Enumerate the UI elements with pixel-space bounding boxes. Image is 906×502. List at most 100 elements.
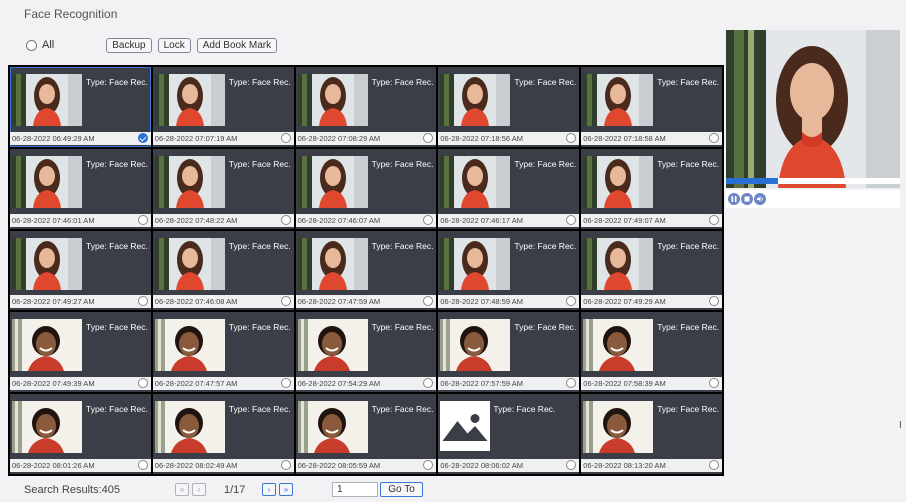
record-type-label: Type: Face Rec.	[86, 404, 148, 415]
select-circle-checkbox[interactable]	[137, 214, 148, 225]
face-thumbnail	[154, 401, 225, 454]
radio-circle-icon[interactable]	[26, 39, 37, 51]
select-circle-checkbox[interactable]	[280, 460, 291, 470]
record-type-label: Type: Face Rec.	[371, 77, 434, 87]
record-cell[interactable]: Type: Face Rec. 06-28-2022 06:49:29 AM	[10, 67, 151, 147]
record-type-label: Type: Face Rec.	[657, 404, 720, 415]
select-circle-checkbox[interactable]	[709, 132, 719, 143]
select-circle-checkbox[interactable]	[566, 132, 577, 143]
record-cell[interactable]: Type: Face Rec. 06-28-2022 07:18:58 AM	[581, 67, 722, 147]
face-thumbnail	[440, 74, 511, 126]
record-cell[interactable]: Type: Face Rec. 06-28-2022 07:46:07 AM	[295, 148, 437, 229]
record-cell[interactable]: Type: Face Rec. 06-28-2022 07:57:59 AM	[438, 312, 580, 393]
record-cell[interactable]: Type: Face Rec. 06-28-2022 07:58:39 AM	[581, 312, 722, 393]
record-cell[interactable]: Type: Face Rec. 06-28-2022 07:46:08 AM	[152, 230, 294, 311]
record-caption: 06-28-2022 07:49:29 AM	[581, 295, 722, 309]
record-cell[interactable]: Type: Face Rec. 06-28-2022 07:48:22 AM	[152, 148, 294, 229]
record-cell[interactable]: Type: Face Rec. 06-28-2022 07:47:57 AM	[152, 312, 294, 393]
record-cell[interactable]: Type: Face Rec. 06-28-2022 07:47:59 AM	[295, 230, 437, 311]
select-circle-checkbox[interactable]	[566, 378, 577, 389]
record-cell[interactable]: Type: Face Rec. 06-28-2022 08:02:49 AM	[152, 394, 294, 474]
record-timestamp: 06-28-2022 07:46:01 AM	[12, 215, 95, 225]
select-circle-checkbox[interactable]	[423, 296, 434, 307]
select-circle-checkbox[interactable]	[566, 214, 577, 225]
record-cell[interactable]: Type: Face Rec. 06-28-2022 07:08:29 AM	[295, 67, 437, 147]
record-cell[interactable]: Type: Face Rec. 06-28-2022 08:05:59 AM	[295, 394, 437, 474]
backup-button[interactable]: Backup	[106, 37, 152, 53]
stop-icon[interactable]	[741, 193, 753, 205]
face-thumbnail	[297, 401, 368, 454]
record-caption: 06-28-2022 07:54:29 AM	[295, 377, 437, 391]
record-timestamp: 06-28-2022 07:18:56 AM	[440, 133, 523, 143]
select-circle-checkbox[interactable]	[423, 460, 434, 470]
face-thumbnail	[154, 319, 225, 372]
select-circle-checkbox[interactable]	[709, 460, 719, 470]
record-type-label: Type: Face Rec.	[514, 77, 577, 87]
record-cell[interactable]: Type: Face Rec. 06-28-2022 07:49:27 AM	[10, 230, 151, 311]
select-circle-checkbox[interactable]	[423, 378, 434, 389]
select-circle-checkbox[interactable]	[137, 296, 148, 307]
record-caption: 06-28-2022 07:49:07 AM	[581, 213, 722, 227]
select-circle-checkbox[interactable]	[137, 460, 148, 470]
record-cell[interactable]: Type: Face Rec. 06-28-2022 07:18:56 AM	[438, 67, 580, 147]
select-circle-checkbox[interactable]	[709, 214, 719, 225]
face-thumbnail	[583, 74, 654, 126]
record-timestamp: 06-28-2022 07:08:29 AM	[297, 133, 381, 143]
record-caption: 06-28-2022 07:08:29 AM	[295, 131, 437, 145]
select-circle-checkbox[interactable]	[566, 460, 577, 470]
face-thumbnail	[297, 319, 368, 372]
record-timestamp: 06-28-2022 07:46:08 AM	[154, 297, 238, 307]
record-cell[interactable]: Type: Face Rec. 06-28-2022 07:48:59 AM	[438, 230, 580, 311]
select-circle-checkbox[interactable]	[280, 214, 291, 225]
record-cell[interactable]: Type: Face Rec. 06-28-2022 07:49:39 AM	[10, 312, 151, 393]
add-bookmark-button[interactable]: Add Book Mark	[196, 37, 278, 53]
record-cell[interactable]: Type: Face Rec. 06-28-2022 07:54:29 AM	[295, 312, 437, 393]
image-placeholder-icon	[440, 401, 491, 452]
preview-progress-bar[interactable]	[726, 178, 900, 184]
record-cell[interactable]: Type: Face Rec. 06-28-2022 07:46:17 AM	[438, 148, 580, 229]
select-all-radio[interactable]: All	[26, 39, 54, 51]
select-circle-checkbox[interactable]	[280, 132, 291, 143]
record-timestamp: 06-28-2022 07:46:17 AM	[440, 215, 523, 225]
preview-video[interactable]	[726, 30, 900, 188]
last-page-button[interactable]: »	[279, 483, 293, 496]
record-type-label: Type: Face Rec.	[86, 322, 148, 333]
record-cell[interactable]: Type: Face Rec. 06-28-2022 08:13:20 AM	[581, 394, 722, 474]
select-circle-checkbox[interactable]	[423, 132, 434, 143]
record-timestamp: 06-28-2022 08:01:26 AM	[12, 461, 95, 470]
pause-icon[interactable]	[728, 193, 740, 205]
select-circle-checkbox[interactable]	[423, 214, 434, 225]
record-type-label: Type: Face Rec.	[86, 77, 148, 87]
face-thumbnail	[154, 237, 225, 290]
record-cell[interactable]: Type: Face Rec. 06-28-2022 07:46:01 AM	[10, 148, 151, 229]
select-circle-checkbox[interactable]	[709, 378, 719, 389]
record-timestamp: 06-28-2022 07:57:59 AM	[440, 379, 523, 389]
record-timestamp: 06-28-2022 07:47:59 AM	[297, 297, 381, 307]
first-page-button[interactable]: «	[175, 483, 189, 496]
lock-button[interactable]: Lock	[157, 37, 191, 53]
select-circle-checkbox[interactable]	[709, 296, 719, 307]
record-cell[interactable]: Type: Face Rec. 06-28-2022 08:06:02 AM	[438, 394, 580, 474]
checked-circle-icon[interactable]	[137, 132, 148, 143]
record-cell[interactable]: Type: Face Rec. 06-28-2022 08:01:26 AM	[10, 394, 151, 474]
next-page-button[interactable]: ›	[262, 483, 276, 496]
record-timestamp: 06-28-2022 07:49:39 AM	[12, 379, 95, 389]
go-to-button[interactable]: Go To	[380, 482, 423, 497]
select-circle-checkbox[interactable]	[280, 378, 291, 389]
record-caption: 06-28-2022 07:49:39 AM	[10, 377, 151, 391]
preview-face-image	[726, 30, 900, 188]
record-cell[interactable]: Type: Face Rec. 06-28-2022 07:49:07 AM	[581, 148, 722, 229]
select-circle-checkbox[interactable]	[280, 296, 291, 307]
face-thumbnail	[583, 237, 654, 290]
select-circle-checkbox[interactable]	[137, 378, 148, 389]
select-circle-checkbox[interactable]	[566, 296, 577, 307]
prev-page-button[interactable]: ‹	[192, 483, 206, 496]
record-timestamp: 06-28-2022 07:48:59 AM	[440, 297, 523, 307]
page-number-input[interactable]	[332, 482, 378, 497]
record-type-label: Type: Face Rec.	[514, 240, 577, 251]
record-cell[interactable]: Type: Face Rec. 06-28-2022 07:07:19 AM	[152, 67, 294, 147]
record-cell[interactable]: Type: Face Rec. 06-28-2022 07:49:29 AM	[581, 230, 722, 311]
volume-icon[interactable]	[754, 193, 766, 205]
record-type-label: Type: Face Rec.	[228, 404, 291, 415]
record-caption: 06-28-2022 07:46:08 AM	[152, 295, 294, 309]
